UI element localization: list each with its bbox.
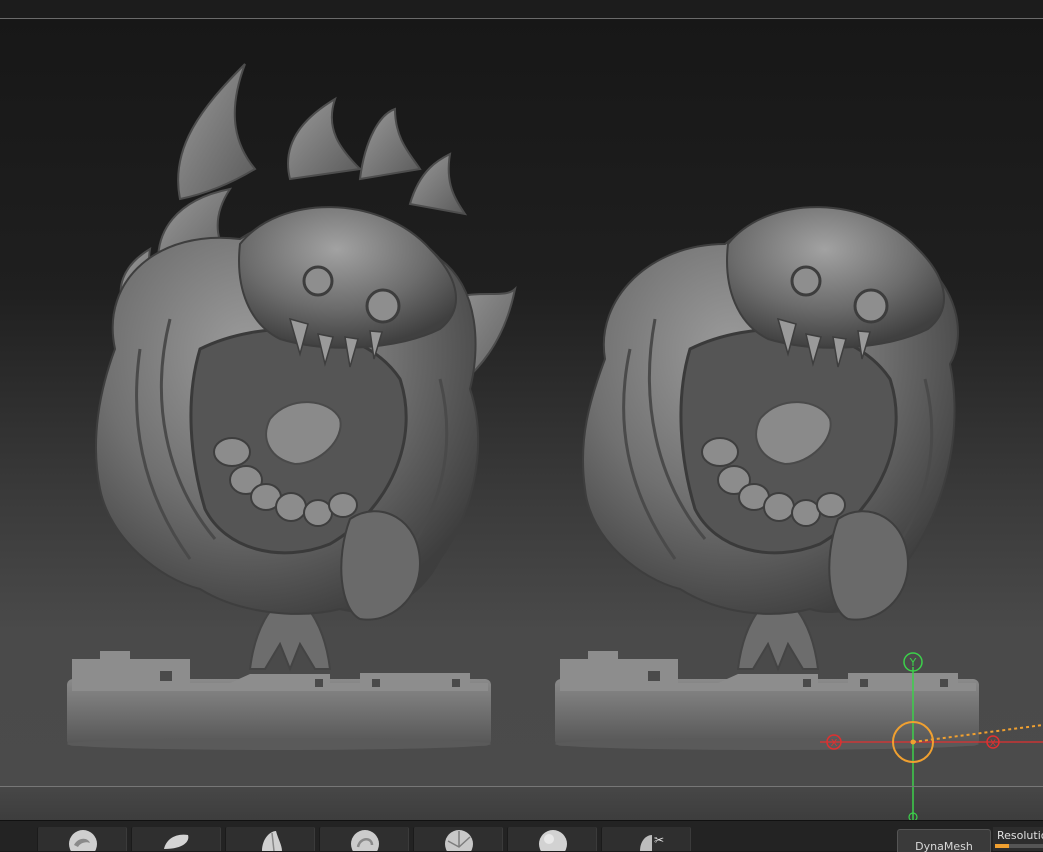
dynamesh-label: DynaMesh [915, 840, 973, 852]
brush-slot-clay-buildup[interactable] [131, 827, 221, 851]
arm-left [340, 510, 422, 621]
model-left[interactable] [67, 63, 517, 750]
canvas-viewport[interactable]: Y X X [0, 19, 1043, 786]
gizmo-center-dot [910, 739, 916, 745]
pinch-brush-icon [445, 830, 473, 851]
canvas-floor [0, 787, 1043, 822]
top-menu-bar [0, 0, 1043, 19]
head-right [726, 206, 945, 349]
eye-left-2 [365, 288, 401, 324]
dam-standard-brush-icon [262, 831, 282, 851]
resolution-slider[interactable]: Resolution [993, 827, 1043, 851]
inflate-brush-icon [351, 830, 379, 851]
clay-buildup-brush-icon [164, 834, 189, 849]
brush-slot-inflate[interactable] [319, 827, 409, 851]
gizmo-x-label: X [990, 739, 996, 749]
resolution-label: Resolution [997, 829, 1043, 842]
eye-right-2 [853, 288, 889, 324]
brush-slot-dam-standard[interactable] [225, 827, 315, 851]
floor-gizmo-tail [908, 787, 918, 822]
bottom-shelf: ✂ DynaMesh Resolution [0, 820, 1043, 852]
brush-slot-pinch[interactable] [413, 827, 503, 851]
eye-left-1 [302, 265, 334, 297]
scissor-trim-icon: ✂ [640, 833, 664, 851]
arm-right [828, 510, 910, 621]
standard-brush-icon [539, 830, 567, 851]
resolution-fill [995, 844, 1010, 848]
gizmo-y-label: Y [909, 656, 917, 669]
move-brush-icon [69, 830, 97, 851]
base-left [67, 651, 491, 750]
head-left [238, 206, 457, 349]
dynamesh-button[interactable]: DynaMesh [897, 829, 991, 852]
brush-slot-scissor-trim[interactable]: ✂ [601, 827, 691, 851]
viewport-render: Y X X [67, 63, 1043, 786]
svg-text:✂: ✂ [654, 833, 664, 847]
brush-slot-standard[interactable] [507, 827, 597, 851]
resolution-track[interactable] [995, 844, 1043, 848]
gizmo-x-neg-label: X [831, 738, 838, 749]
brush-slot-move[interactable] [37, 827, 127, 851]
eye-right-1 [790, 265, 822, 297]
